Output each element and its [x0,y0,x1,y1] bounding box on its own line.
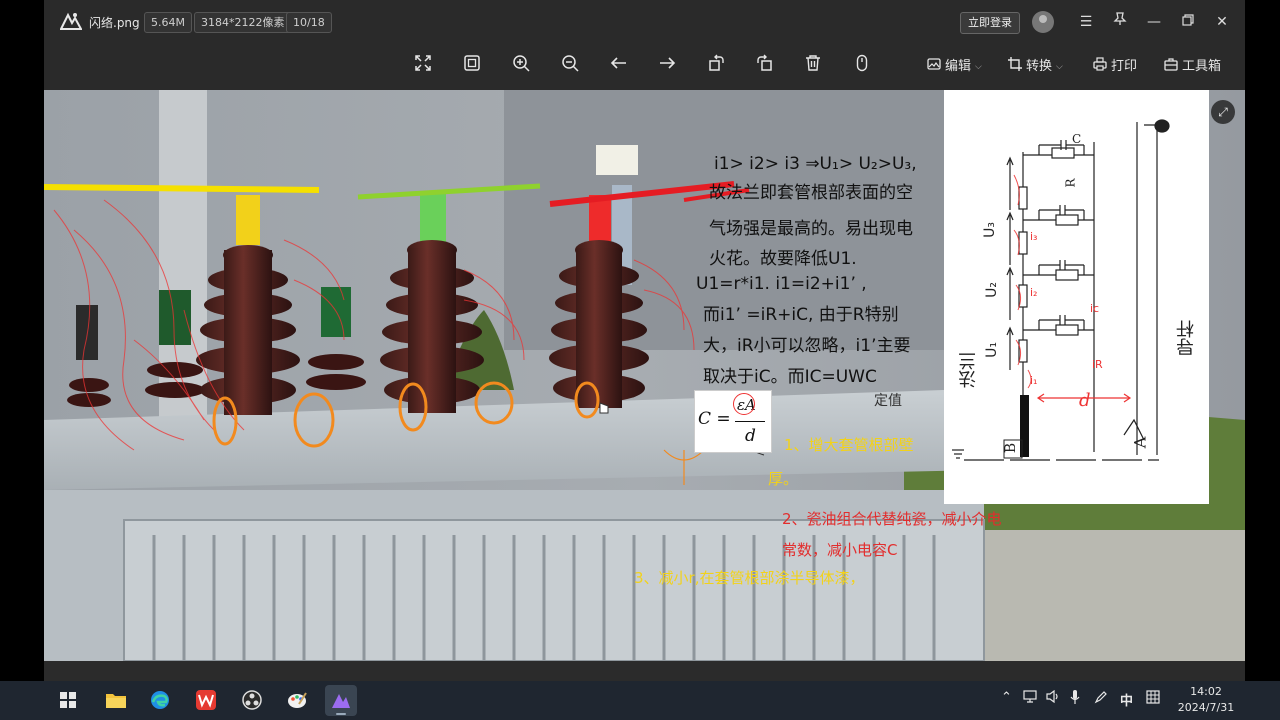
label-i2: i₂ [1030,286,1038,299]
solution-point-2b: 常数，减小电容C [782,541,898,559]
label-rod: 导杆 [1176,320,1197,356]
toolbox-button[interactable]: 工具箱 [1164,55,1221,79]
speaker-icon[interactable] [1046,689,1060,707]
label-u3: U₃ [981,222,998,238]
avatar[interactable] [1032,11,1054,33]
toolbox-label: 工具箱 [1182,59,1222,74]
crop-icon [1008,55,1022,79]
formula-denominator: d [745,426,756,446]
network-display-icon[interactable] [1023,690,1037,707]
label-flange: 法兰 [958,352,979,388]
system-clock[interactable]: 14:02 2024/7/31 [1176,684,1236,716]
edge-browser-icon[interactable] [144,685,176,716]
previous-icon[interactable] [604,52,634,82]
chevron-down-icon: ⌵ [1056,62,1063,72]
restore-icon[interactable] [1176,10,1200,34]
annotation-line-7: 大，iR小可以忽略，i1’主要 [703,336,911,356]
next-icon[interactable] [652,52,682,82]
pen-input-icon[interactable] [1094,690,1108,708]
taskbar: ⌃ 中 14:02 2024/7/31 [0,681,1280,720]
printer-icon [1093,55,1107,79]
keyboard-layout-icon[interactable] [1146,690,1160,708]
handwritten-note: 定值 [874,393,902,409]
app-logo-icon [59,12,84,32]
ime-indicator[interactable]: 中 [1120,690,1133,709]
windows-start-icon[interactable] [52,685,84,716]
annotation-line-4: 火花。故要降低U1. [709,249,857,269]
login-button[interactable]: 立即登录 [960,12,1020,34]
label-u2: U₂ [983,282,1000,298]
image-canvas[interactable]: i1> i2> i3 ⇒U₁> U₂>U₃, 故法兰即套管根部表面的空 气场强是… [44,90,1245,661]
obs-recorder-icon[interactable] [236,685,268,716]
image-edit-icon [927,55,941,79]
convert-label: 转换 [1026,59,1053,74]
pin-icon[interactable] [1108,10,1132,34]
epsilon-circle [733,393,755,415]
edit-menu[interactable]: 编辑 ⌵ [927,55,982,79]
viewer-footer [44,661,1245,681]
edit-label: 编辑 [945,59,972,74]
fit-window-icon[interactable] [457,52,487,82]
annotation-line-3: 气场强是最高的。易出现电 [709,219,913,239]
annotation-line-6: 而i1’ =iR+iC, 由于R特别 [703,305,899,325]
label-c: C [1072,132,1082,146]
zoom-in-icon[interactable] [506,52,536,82]
label-u1: U₁ [983,342,1000,358]
menu-icon[interactable]: ☰ [1074,10,1098,34]
annotation-line-1: i1> i2> i3 ⇒U₁> U₂>U₃, [714,154,917,174]
annotation-line-2: 故法兰即套管根部表面的空 [709,183,913,203]
annotation-line-8: 取决于iC。而IC=UWC [703,367,877,387]
solution-point-1a: 1、增大套管根部壁 [784,436,914,454]
expand-icon[interactable]: ⤢ [1211,100,1235,124]
label-b: B [1003,442,1020,454]
label-ic: ic [1090,302,1100,315]
image-dimensions-badge: 3184*2122像素 [194,12,292,33]
rotate-right-icon[interactable] [750,52,780,82]
fullscreen-icon[interactable] [408,52,438,82]
paint-app-icon[interactable] [281,685,313,716]
file-name: 闪络.png [89,16,140,30]
convert-menu[interactable]: 转换 ⌵ [1008,55,1063,79]
label-d: d [1079,390,1091,411]
label-r: R [1063,178,1078,188]
wps-office-icon[interactable] [190,685,222,716]
minimize-icon[interactable]: — [1142,10,1166,34]
fraction-bar [735,421,765,422]
solution-point-1b: 厚。 [768,470,799,488]
solution-point-3: 3、减小r,在套管根部涂半导体漆， [634,569,865,587]
screen: 闪络.png 5.64M 3184*2122像素 10/18 立即登录 ☰ — … [0,0,1280,720]
image-counter-badge: 10/18 [286,12,332,33]
file-size-badge: 5.64M [144,12,192,33]
image-viewer-window: 闪络.png 5.64M 3184*2122像素 10/18 立即登录 ☰ — … [44,0,1245,681]
rotate-left-icon[interactable] [701,52,731,82]
zoom-out-icon[interactable] [555,52,585,82]
delete-icon[interactable] [798,52,828,82]
title-bar: 闪络.png 5.64M 3184*2122像素 10/18 立即登录 ☰ — … [44,0,1245,44]
chevron-up-icon[interactable]: ⌃ [1001,690,1012,705]
label-a: A [1130,436,1150,449]
print-button[interactable]: 打印 [1093,55,1137,79]
solution-point-2a: 2、瓷油组合代替纯瓷，减小介电 [782,510,1002,528]
annotation-line-5: U1=r*i1. i1=i2+i1’ , [696,274,867,294]
label-i1: i₁ [1030,374,1038,387]
label-i3: i₃ [1030,230,1038,243]
chevron-down-icon: ⌵ [975,62,982,72]
formula-lhs: C = [698,409,731,429]
toolbar: 编辑 ⌵ 转换 ⌵ 打印 工具箱 [44,44,1245,90]
clock-time: 14:02 [1190,685,1222,698]
equivalent-circuit-diagram: C R U₃ U₂ U₁ i₃ i₂ i₁ ic iR d 法兰 导杆 A B [944,90,1209,504]
microphone-icon[interactable] [1070,690,1080,708]
image-viewer-taskbar-icon[interactable] [325,685,357,716]
file-explorer-icon[interactable] [100,685,132,716]
capacitance-formula: C = εA d [694,390,772,453]
close-icon[interactable]: ✕ [1210,10,1234,34]
print-label: 打印 [1111,59,1138,74]
label-ir: iR [1092,358,1103,371]
clock-date: 2024/7/31 [1177,701,1235,714]
toolbox-icon [1164,55,1178,79]
mouse-icon[interactable] [847,52,877,82]
